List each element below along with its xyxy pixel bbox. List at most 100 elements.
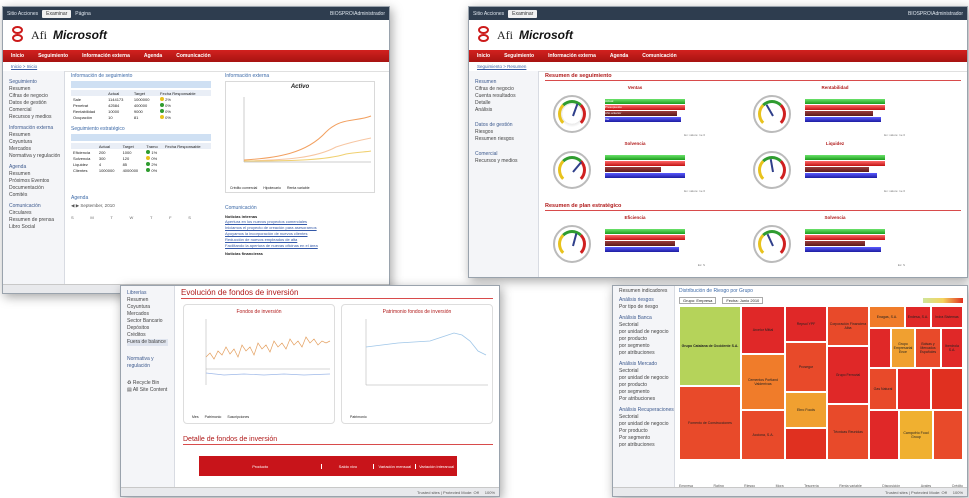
treemap-cell[interactable] [933,410,963,460]
sidebar-item[interactable]: Resumen [9,132,58,139]
nav-informacion-externa[interactable]: Información externa [548,53,596,59]
treemap-cell[interactable]: Corporación Financiera Alba [827,306,869,346]
nav-agenda[interactable]: Agenda [144,53,162,59]
treemap-cell[interactable]: Gas Natural [869,368,897,410]
sidebar-item[interactable]: Análisis Banca [619,315,668,322]
sidebar-item[interactable]: Datos de gestión [475,122,532,129]
sidebar-item[interactable]: ♻ Recycle Bin [127,380,168,387]
treemap-cell[interactable] [869,328,891,368]
filter-grupo[interactable]: Grupo: Empresa [679,297,717,304]
treemap-cell[interactable]: Acciona, S.A. [741,410,785,460]
sidebar-item[interactable]: Créditos [127,332,168,339]
sidebar-item[interactable]: Sector Bancario [127,318,168,325]
treemap-cell[interactable]: Ebro Foods [785,392,827,428]
sidebar-item[interactable]: Resumen [9,171,58,178]
zoom-level[interactable]: 100% [485,490,495,495]
sidebar-item[interactable]: Normativa y regulación [127,356,168,370]
sidebar-item[interactable]: Cuenta resultados [475,93,532,100]
web-part-toolbar[interactable] [71,134,211,141]
user-menu[interactable]: BIOSPRO\Administrador [330,11,385,17]
sidebar-item[interactable]: Sectorial [619,414,668,421]
treemap-cell[interactable]: Bolsas y Mercados Españoles [915,328,941,368]
treemap-cell[interactable] [869,410,899,460]
sidebar-item[interactable]: por producto [619,336,668,343]
sidebar-item[interactable]: Resumen riesgos [475,136,532,143]
sidebar-item[interactable]: Sectorial [619,368,668,375]
sidebar-item[interactable]: Depósitos [127,325,168,332]
nav-comunicacion[interactable]: Comunicación [642,53,676,59]
treemap-cell[interactable]: Fomento de Construcciones [679,386,741,460]
nav-comunicacion[interactable]: Comunicación [176,53,210,59]
sidebar-item[interactable]: Resumen [475,79,532,86]
sidebar-item[interactable]: por unidad de negocio [619,329,669,336]
sidebar-group-agenda[interactable]: Agenda [9,164,58,171]
sidebar-item[interactable]: Por tipo de riesgo [619,304,668,311]
sidebar-item[interactable]: Documentación [9,185,58,192]
treemap-cell[interactable]: Campofrío Food Group [899,410,933,460]
treemap-cell[interactable]: Prosegur [785,342,827,392]
sidebar-group-comunicacion[interactable]: Comunicación [9,203,58,210]
sidebar-item[interactable]: Análisis riesgos [619,297,668,304]
treemap-cell[interactable]: Grupo Catalana de Occidente S.A. [679,306,741,386]
nav-inicio[interactable]: Inicio [11,53,24,59]
nav-informacion-externa[interactable]: Información externa [82,53,130,59]
sidebar-item[interactable]: Análisis Mercado [619,361,668,368]
sidebar-item[interactable]: por producto [619,382,668,389]
sidebar-group-seguimiento[interactable]: Seguimiento [9,79,58,86]
sidebar-item[interactable]: Comercial [475,151,532,158]
sidebar-item[interactable]: Cifras de negocio [475,86,532,93]
nav-inicio[interactable]: Inicio [477,53,490,59]
sidebar-item[interactable]: Mercados [9,146,58,153]
sidebar-item[interactable]: Resumen [127,297,168,304]
treemap-cell[interactable] [897,368,931,410]
treemap-cell[interactable] [931,368,963,410]
tab-examinar[interactable]: Examinar [42,9,72,18]
sidebar-item[interactable]: Librerías [127,290,168,297]
treemap-cell[interactable]: Cementos Portland Valderrivas [741,354,785,410]
user-menu[interactable]: BIOSPRO\Administrador [908,11,963,17]
sidebar-item[interactable]: por segmento [619,343,668,350]
sidebar-item[interactable]: Resumen indicadores [619,288,668,295]
sidebar-item[interactable]: Comités [9,192,58,199]
tab-examinar[interactable]: Examinar [508,9,538,18]
sidebar-item[interactable]: Normativa y regulación [9,153,60,160]
sidebar-item[interactable]: Por atribuciones [619,396,668,403]
calendar-month[interactable]: ◀ ▶ September, 2010 [71,203,211,209]
sidebar-item-selected[interactable]: Fuera de balance [127,339,168,346]
sidebar-item[interactable]: Recursos y medios [475,158,532,165]
sidebar-item[interactable]: Mercados [127,311,168,318]
news-link[interactable]: Facilitando la apertura de nuevas oficin… [225,243,375,249]
sidebar-item[interactable]: Próximos Eventos [9,178,58,185]
sidebar-item[interactable]: por unidad de negocio [619,421,669,428]
treemap-cell[interactable]: Endesa, S.A. [905,306,931,328]
sidebar-item[interactable]: Sectorial [619,322,668,329]
sidebar-item[interactable]: por segmento [619,389,668,396]
breadcrumb[interactable]: Seguimiento > Resumen [469,62,967,72]
sidebar-item[interactable]: Circulares [9,210,58,217]
nav-agenda[interactable]: Agenda [610,53,628,59]
treemap-cell[interactable]: Enagas, S.A. [869,306,905,328]
sidebar-item[interactable]: por unidad de negocio [619,375,669,382]
sidebar-item[interactable]: por atribuciones [619,442,668,449]
sidebar-item[interactable]: por atribuciones [619,350,668,357]
treemap-cell[interactable] [785,428,827,460]
sidebar-item[interactable]: Resumen de prensa [9,217,58,224]
nav-seguimiento[interactable]: Seguimiento [504,53,534,59]
sidebar-item[interactable]: Cifras de negocio [9,93,58,100]
treemap-cell[interactable]: Grupo Empresarial Ence [891,328,915,368]
sidebar-group-info-externa[interactable]: Información externa [9,125,58,132]
sidebar-item[interactable]: Resumen [9,86,58,93]
nav-seguimiento[interactable]: Seguimiento [38,53,68,59]
treemap-cell[interactable]: Técnicas Reunidas [827,404,869,460]
filter-fecha[interactable]: Fecha: Junio 2010 [722,297,764,304]
sidebar-item[interactable]: Por producto [619,428,668,435]
site-actions-menu[interactable]: Sitio Acciones [7,11,38,17]
sidebar-item[interactable]: Análisis [475,107,532,114]
zoom-level[interactable]: 100% [953,490,963,495]
treemap-cell[interactable]: Repsol YPF [785,306,827,342]
sidebar-item[interactable]: Libro Social [9,224,58,231]
sidebar-item[interactable]: Coyuntura [9,139,58,146]
sidebar-item[interactable]: ▤ All Site Content [127,387,168,394]
sidebar-item[interactable]: Recursos y medios [9,114,58,121]
site-actions-menu[interactable]: Sitio Acciones [473,11,504,17]
